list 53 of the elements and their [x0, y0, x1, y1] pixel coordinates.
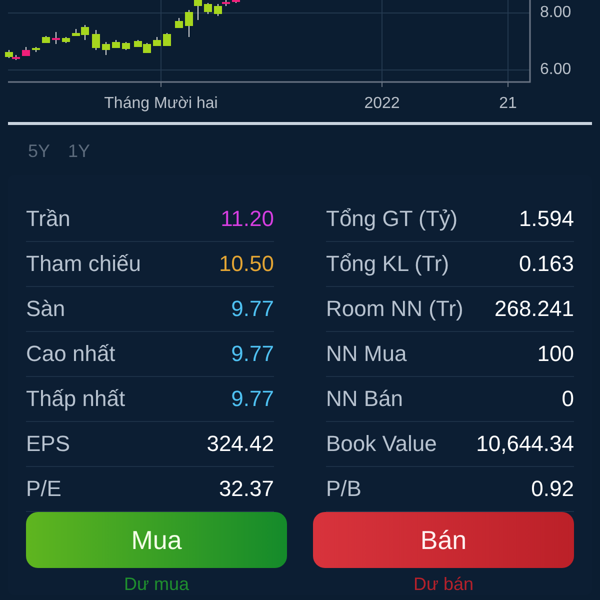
- order-book-link[interactable]: Dư mua: [124, 574, 190, 595]
- stat-label: Thấp nhất: [26, 386, 126, 412]
- candlestick: [92, 30, 100, 50]
- stat-label: Trần: [26, 206, 70, 232]
- order-book-link[interactable]: Dư bán: [413, 574, 474, 595]
- axis-label: Tháng Mười hai: [104, 95, 218, 113]
- stat-value: 9.77: [231, 296, 274, 322]
- stat-value: 0.92: [531, 476, 574, 502]
- stat-label: Room NN (Tr): [326, 296, 464, 322]
- stat-value: 11.20: [220, 206, 274, 232]
- stat-value: 324.42: [206, 431, 274, 457]
- stat-label: NN Mua: [326, 341, 407, 367]
- stat-value: 10.50: [218, 251, 274, 277]
- stat-value: 10,644.34: [476, 431, 574, 457]
- sell-button[interactable]: Bán: [313, 512, 574, 568]
- stat-label: P/E: [26, 476, 62, 502]
- stat-label: Cao nhất: [26, 341, 116, 367]
- candlestick: [163, 32, 171, 46]
- candlestick: [232, 0, 240, 4]
- axis-label: 21: [499, 95, 517, 113]
- stat-label: Tổng KL (Tr): [326, 251, 450, 277]
- stat-value: 9.77: [231, 386, 274, 412]
- candlestick: [175, 18, 183, 28]
- stat-label: NN Bán: [326, 386, 404, 412]
- stat-value: 100: [537, 341, 574, 367]
- axis-label: 2022: [364, 95, 400, 113]
- candlestick: [112, 40, 120, 48]
- candlestick: [153, 36, 161, 46]
- candlestick: [122, 42, 130, 50]
- candlestick: [32, 46, 40, 52]
- stat-label: P/B: [326, 476, 362, 502]
- axis-label: 8.00: [540, 4, 572, 22]
- candlestick: [62, 36, 70, 44]
- stat-value: 0.163: [518, 251, 574, 277]
- stat-label: Tham chiếu: [26, 251, 141, 277]
- stat-value: 0: [562, 386, 574, 412]
- stat-value: 268.241: [494, 296, 574, 322]
- stat-label: EPS: [26, 431, 70, 457]
- stat-label: Book Value: [326, 431, 437, 457]
- stat-value: 32.37: [218, 476, 274, 502]
- axis-label: 6.00: [540, 61, 572, 79]
- stat-label: Sàn: [26, 296, 66, 322]
- range-tab[interactable]: 5Y: [28, 139, 50, 163]
- stat-value: 9.77: [231, 341, 274, 367]
- stat-label: Tổng GT (Tỷ): [326, 206, 458, 232]
- candlestick: [204, 2, 212, 14]
- stat-value: 1.594: [518, 206, 574, 232]
- candlestick: [52, 32, 60, 44]
- buy-button[interactable]: Mua: [26, 512, 287, 568]
- candlestick: [42, 36, 50, 44]
- candlestick: [22, 46, 30, 56]
- range-tab[interactable]: 1Y: [68, 139, 90, 163]
- candlestick: [102, 42, 110, 56]
